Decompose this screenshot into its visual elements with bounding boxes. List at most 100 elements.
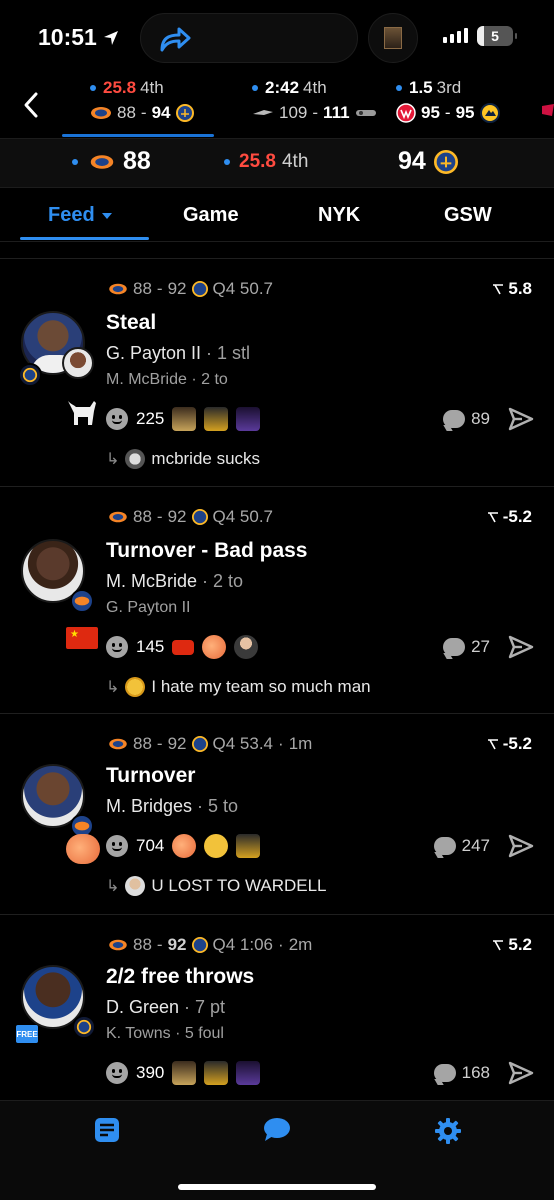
comment-bubble-icon <box>433 837 456 855</box>
secondary-player-avatar[interactable] <box>62 347 94 379</box>
status-bar: 10:51 5 <box>0 0 554 70</box>
comment-count[interactable]: 168 <box>433 1063 490 1083</box>
reaction-row[interactable]: 390 <box>106 1061 261 1085</box>
player-stat: 1 stl <box>217 343 251 363</box>
active-tab-indicator <box>20 237 149 240</box>
top-reply[interactable]: ↳ I hate my team so much man <box>106 677 371 697</box>
feed-card[interactable]: 88-92 Q4 50.7 5.8 Steal G. Payton II · 1… <box>0 258 554 486</box>
reaction-count: 704 <box>136 836 165 855</box>
game-period: 4th <box>140 78 164 97</box>
score-away: 88 <box>133 507 152 526</box>
play-title: Steal <box>106 311 157 334</box>
reply-text: mcbride sucks <box>151 449 261 468</box>
tab-nyk[interactable]: NYK <box>318 204 360 227</box>
secondary-player[interactable]: K. Towns · 5 foul <box>106 1025 224 1043</box>
reaction-emoji <box>236 407 261 431</box>
comment-count[interactable]: 27 <box>443 637 490 657</box>
reply-arrow-icon: ↳ <box>106 878 120 895</box>
send-icon[interactable] <box>508 1061 534 1085</box>
settings-gear-icon[interactable] <box>434 1117 462 1145</box>
reaction-row[interactable]: 145 <box>106 635 259 659</box>
reply-text: I hate my team so much man <box>151 677 371 696</box>
game-clock: 25.8 <box>103 78 137 97</box>
bulls-logo-icon[interactable] <box>542 102 554 118</box>
tab-feed[interactable]: Feed <box>48 204 113 227</box>
send-icon[interactable] <box>508 834 534 858</box>
comment-count-value: 27 <box>471 637 490 656</box>
secondary-player[interactable]: M. McBride · 2 to <box>106 371 228 389</box>
secondary-player[interactable]: G. Payton II <box>106 599 190 617</box>
dynamic-island[interactable] <box>140 13 358 63</box>
home-score-value: 94 <box>398 147 426 175</box>
reaction-emoji <box>204 1061 229 1085</box>
now-playing-thumbnail[interactable] <box>368 13 418 63</box>
warriors-logo-icon <box>191 509 208 525</box>
reaction-row[interactable]: 225 <box>106 407 261 431</box>
tab-gsw[interactable]: GSW <box>444 204 492 227</box>
game-period: 4th <box>281 151 309 172</box>
comment-count[interactable]: 89 <box>443 409 490 429</box>
odds-change: -5.2 <box>487 734 532 754</box>
peach-emoji <box>172 834 197 858</box>
peach-emoji <box>202 635 227 659</box>
home-score: 95 <box>455 103 475 122</box>
warriors-logo-icon <box>175 104 194 122</box>
trend-icon <box>487 512 498 523</box>
tab-bar: Feed Game NYK GSW <box>0 188 554 242</box>
comment-bubble-icon <box>443 410 466 428</box>
score-away: 88 <box>133 279 152 298</box>
game-card-3[interactable]: 1.5 3rd 95-95 <box>396 78 500 123</box>
smile-reaction-icon[interactable] <box>106 636 128 658</box>
player-line[interactable]: D. Green · 7 pt <box>106 997 225 1018</box>
knicks-logo-icon <box>91 107 111 119</box>
game-card-2[interactable]: 2:42 4th 109-111 <box>252 78 377 123</box>
game-clock: 1.5 <box>409 78 433 97</box>
play-meta: 88-92 Q4 50.7 <box>108 507 273 527</box>
reaction-emoji <box>172 1061 197 1085</box>
game-period: 3rd <box>436 78 462 97</box>
top-reply[interactable]: ↳ U LOST TO WARDELL <box>106 876 327 896</box>
status-time: 10:51 <box>38 24 119 51</box>
home-indicator[interactable] <box>178 1184 376 1190</box>
play-clock: Q4 50.7 <box>212 279 274 298</box>
china-flag-emoji <box>172 639 195 655</box>
player-line[interactable]: M. McBride · 2 to <box>106 571 243 592</box>
chat-nav-icon[interactable] <box>262 1117 292 1143</box>
smile-reaction-icon[interactable] <box>106 1062 128 1084</box>
live-dot <box>224 159 230 165</box>
player-line[interactable]: M. Bridges · 5 to <box>106 796 238 817</box>
peach-icon <box>66 834 100 864</box>
away-score: 109 <box>279 103 308 122</box>
trend-icon <box>493 940 504 951</box>
send-icon[interactable] <box>508 635 534 659</box>
game-card-nyk-gsw[interactable]: 25.8 4th 88-94 <box>90 78 194 123</box>
back-chevron-icon[interactable] <box>20 90 42 120</box>
feed-list: 88-92 Q4 50.7 5.8 Steal G. Payton II · 1… <box>0 258 554 1100</box>
player-line[interactable]: G. Payton II · 1 stl <box>106 343 250 364</box>
odds-value: -5.2 <box>502 507 532 526</box>
tab-game[interactable]: Game <box>183 204 239 227</box>
smile-reaction-icon[interactable] <box>106 835 128 857</box>
send-icon[interactable] <box>508 407 534 431</box>
feed-card[interactable]: 88-92 Q4 50.7 -5.2 Turnover - Bad pass M… <box>0 486 554 713</box>
player-name: D. Green <box>106 997 180 1017</box>
feed-nav-icon[interactable] <box>94 1117 120 1143</box>
comment-count[interactable]: 247 <box>433 836 490 856</box>
caret-down-icon <box>101 212 112 219</box>
feed-card[interactable]: 88-92 Q4 53.4 · 1m -5.2 Turnover M. Bridge… <box>0 713 554 914</box>
reply-arrow-icon: ↳ <box>106 451 120 468</box>
play-title: Turnover <box>106 764 196 787</box>
reaction-emoji <box>204 407 229 431</box>
player-stat: 5 to <box>208 796 239 816</box>
free-badge: FREE <box>16 1025 38 1043</box>
odds-value: 5.8 <box>508 279 532 298</box>
odds-change: 5.8 <box>492 279 532 299</box>
knicks-logo-icon <box>109 939 127 951</box>
feed-card[interactable]: 88-92 Q4 1:06 · 2m 5.2 FREE 2/2 free throw… <box>0 914 554 1100</box>
smile-reaction-icon[interactable] <box>106 408 128 430</box>
reply-arrow-icon: ↳ <box>106 679 120 696</box>
reaction-row[interactable]: 704 <box>106 834 261 858</box>
player-name: G. Payton II <box>106 343 202 363</box>
top-reply[interactable]: ↳ mcbride sucks <box>106 449 260 469</box>
knicks-logo-icon <box>90 154 114 169</box>
